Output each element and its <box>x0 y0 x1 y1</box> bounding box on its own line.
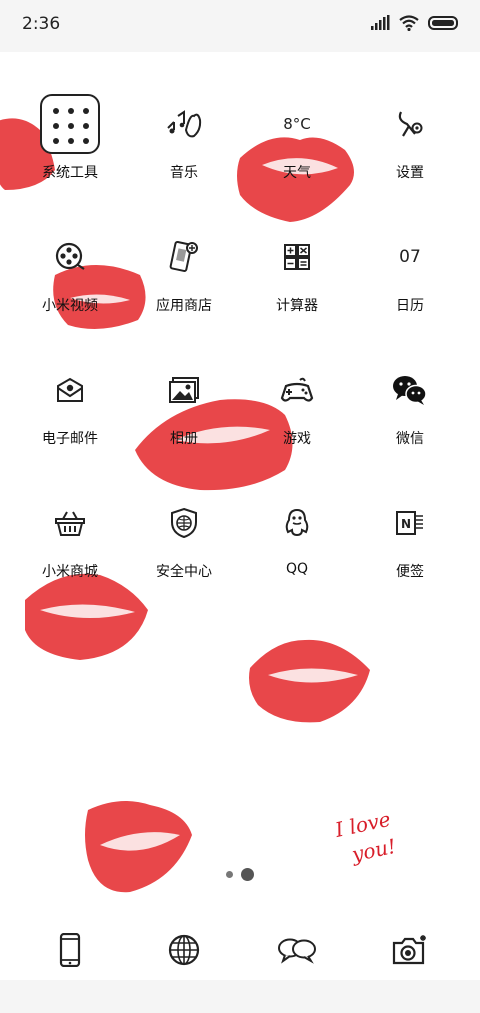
gamepad-icon <box>280 377 314 402</box>
app-label: 电子邮件 <box>42 431 98 447</box>
app-weather[interactable]: 8°C 天气 <box>237 72 357 182</box>
app-label: 小米视频 <box>42 298 98 314</box>
film-reel-icon <box>55 242 85 270</box>
status-icons <box>370 15 460 31</box>
notes-icon: N <box>396 511 423 535</box>
app-label: 安全中心 <box>156 564 212 580</box>
app-label: 音乐 <box>170 165 198 181</box>
app-music[interactable]: 音乐 <box>124 72 244 182</box>
app-label: 相册 <box>170 431 198 447</box>
page-dot-1[interactable] <box>226 871 233 878</box>
app-mi-video[interactable]: 小米视频 <box>10 205 130 315</box>
music-icon <box>167 110 202 138</box>
app-calculator[interactable]: 计算器 <box>237 205 357 315</box>
weather-temperature: 8°C <box>283 115 311 133</box>
dock-camera[interactable] <box>380 930 440 970</box>
wechat-icon <box>393 376 427 405</box>
phone-icon <box>59 933 81 967</box>
app-mi-store[interactable]: 小米商城 <box>10 471 130 581</box>
lip-print-5 <box>25 573 148 660</box>
chat-bubbles-icon <box>278 938 316 964</box>
app-app-store[interactable]: 应用商店 <box>124 205 244 315</box>
globe-icon <box>168 934 200 966</box>
folder-icon <box>40 94 100 154</box>
app-gallery[interactable]: 相册 <box>124 338 244 448</box>
app-email[interactable]: 电子邮件 <box>10 338 130 448</box>
app-label: 设置 <box>396 165 424 181</box>
app-label: 应用商店 <box>156 298 212 314</box>
navigation-bar <box>0 980 480 1013</box>
dock-phone[interactable] <box>40 930 100 970</box>
app-store-icon <box>169 240 198 272</box>
status-time: 2:36 <box>22 14 61 34</box>
camera-icon <box>392 935 426 965</box>
shield-icon <box>171 507 197 539</box>
app-notes[interactable]: N 便签 <box>350 471 470 581</box>
app-calendar[interactable]: 07 日历 <box>350 205 470 315</box>
lip-print-6 <box>249 639 370 723</box>
page-dot-2-active[interactable] <box>241 868 254 881</box>
svg-text:N: N <box>401 517 411 531</box>
calendar-date: 07 <box>399 247 421 267</box>
dock-browser[interactable] <box>154 930 214 970</box>
signal-icon <box>371 15 390 30</box>
app-settings[interactable]: 设置 <box>350 72 470 182</box>
qq-penguin-icon <box>285 508 309 537</box>
app-label: 游戏 <box>283 431 311 447</box>
basket-icon <box>55 511 85 536</box>
dock-messages[interactable] <box>267 930 327 970</box>
app-games[interactable]: 游戏 <box>237 338 357 448</box>
app-qq[interactable]: QQ <box>237 471 357 581</box>
wallpaper-text-line1: I love <box>332 807 393 842</box>
mail-icon <box>57 377 83 402</box>
app-label: 小米商城 <box>42 564 98 580</box>
app-label: 微信 <box>396 431 424 447</box>
photo-icon <box>169 377 199 403</box>
app-label: 系统工具 <box>42 165 98 181</box>
wallpaper-text-line2: you! <box>349 834 398 867</box>
app-label: 计算器 <box>276 298 318 314</box>
page-indicator[interactable] <box>0 868 480 881</box>
settings-icon <box>398 111 423 137</box>
status-bar: 2:36 <box>0 0 480 52</box>
app-label: 日历 <box>396 298 424 314</box>
battery-icon <box>428 16 458 30</box>
app-system-tools[interactable]: 系统工具 <box>10 72 130 182</box>
dock <box>0 920 480 978</box>
calculator-icon <box>284 244 310 270</box>
app-security[interactable]: 安全中心 <box>124 471 244 581</box>
app-label: 天气 <box>283 165 311 181</box>
app-wechat[interactable]: 微信 <box>350 338 470 448</box>
wifi-icon <box>399 15 419 31</box>
app-label: QQ <box>285 561 309 577</box>
app-label: 便签 <box>396 564 424 580</box>
